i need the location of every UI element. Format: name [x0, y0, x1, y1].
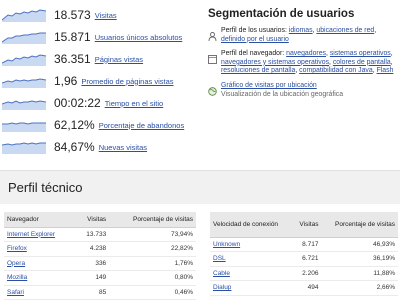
metric-link-new-visits[interactable]: Nuevas visitas	[99, 143, 147, 152]
link-browsers-and-os[interactable]: navegadores y sistemas operativos	[221, 59, 329, 66]
metric-link-time-on-site[interactable]: Tiempo en el sitio	[105, 99, 164, 108]
metric-value: 18.573	[54, 8, 91, 22]
sparkline-icon	[2, 140, 46, 154]
metric-value: 84,67%	[54, 140, 95, 154]
visits-cell: 2.206	[292, 266, 322, 281]
link-map-overlay[interactable]: Gráfico de visitas por ubicación	[221, 82, 317, 89]
column-header-visits: Visitas	[75, 212, 110, 228]
metric-value: 62,12%	[54, 118, 95, 132]
metric-link-avg-pageviews[interactable]: Promedio de páginas vistas	[81, 77, 173, 86]
table-header-row: Navegador Visitas Porcentaje de visitas	[4, 212, 196, 228]
visits-cell: 13.733	[75, 227, 110, 242]
overview-metrics: 18.573 Visitas 15.871 Usuarios únicos ab…	[2, 4, 198, 158]
metric-link-bounce-rate[interactable]: Porcentaje de abandonos	[99, 121, 185, 130]
connection-link[interactable]: Cable	[213, 270, 230, 277]
metric-row-time-on-site: 00:02:22 Tiempo en el sitio	[2, 92, 198, 114]
metric-row-avg-pageviews: 1,96 Promedio de páginas vistas	[2, 70, 198, 92]
visits-cell: 149	[75, 270, 110, 286]
link-network-locations[interactable]: ubicaciones de red	[316, 27, 374, 34]
map-overlay-item: Gráfico de visitas por ubicación Visuali…	[208, 82, 398, 99]
percent-cell: 73,94%	[109, 227, 196, 242]
table-row: Unknown 8.717 46,93%	[210, 237, 398, 252]
metric-row-new-visits: 84,67% Nuevas visitas	[2, 136, 198, 158]
metric-row-bounce-rate: 62,12% Porcentaje de abandonos	[2, 114, 198, 136]
segmentation-title: Segmentación de usuarios	[208, 8, 355, 20]
connection-link[interactable]: DSL	[213, 255, 226, 262]
connection-speed-table: Velocidad de conexión Visitas Porcentaje…	[210, 212, 398, 296]
metric-row-pageviews: 36.351 Páginas vistas	[2, 48, 198, 70]
table-row: Firefox 4.238 22,82%	[4, 241, 196, 257]
link-browsers[interactable]: navegadores	[286, 50, 326, 57]
user-segmentation-panel: Segmentación de usuarios Perfil de los u…	[208, 8, 398, 105]
percent-cell: 0,46%	[109, 285, 196, 300]
metric-value: 15.871	[54, 30, 91, 44]
sparkline-icon	[2, 30, 46, 44]
browser-link[interactable]: Opera	[7, 260, 25, 267]
table-row: Dialup 494 2,66%	[210, 280, 398, 296]
sparkline-icon	[2, 8, 46, 22]
table-row: Mozilla 149 0,80%	[4, 270, 196, 286]
percent-cell: 46,93%	[321, 237, 398, 252]
tech-profile-header: Perfil técnico	[0, 170, 400, 204]
browsers-table: Navegador Visitas Porcentaje de visitas …	[4, 212, 196, 300]
link-user-defined[interactable]: definido por el usuario	[221, 36, 289, 43]
user-profile-item: Perfil de los usuarios: idiomas, ubicaci…	[208, 27, 398, 44]
sparkline-icon	[2, 74, 46, 88]
metric-link-pageviews[interactable]: Páginas vistas	[95, 55, 143, 64]
browser-link[interactable]: Mozilla	[7, 274, 27, 281]
table-row: Opera 336 1,76%	[4, 256, 196, 271]
browser-profile-item: Perfil del navegador: navegadores, siste…	[208, 50, 398, 76]
visits-cell: 494	[292, 280, 322, 296]
connection-link[interactable]: Unknown	[213, 241, 240, 248]
table-row: Cable 2.206 11,88%	[210, 266, 398, 281]
metric-row-unique-users: 15.871 Usuarios únicos absolutos	[2, 26, 198, 48]
table-row: Internet Explorer 13.733 73,94%	[4, 227, 196, 242]
metric-value: 36.351	[54, 52, 91, 66]
percent-cell: 11,88%	[321, 266, 398, 281]
link-operating-systems[interactable]: sistemas operativos	[330, 50, 391, 57]
user-icon	[208, 28, 217, 42]
globe-icon	[208, 83, 217, 96]
column-header-visits: Visitas	[292, 212, 322, 238]
visits-cell: 336	[75, 256, 110, 271]
visits-cell: 8.717	[292, 237, 322, 252]
metric-link-visits[interactable]: Visitas	[95, 11, 117, 20]
sparkline-icon	[2, 118, 46, 132]
user-profile-label: Perfil de los usuarios:	[221, 27, 287, 34]
column-header-browser: Navegador	[4, 212, 76, 228]
connection-link[interactable]: Dialup	[213, 284, 231, 291]
link-screen-colors[interactable]: colores de pantalla	[333, 59, 391, 66]
metric-row-visits: 18.573 Visitas	[2, 4, 198, 26]
percent-cell: 1,76%	[109, 256, 196, 271]
link-java-support[interactable]: compatibilidad con Java	[299, 67, 373, 74]
column-header-connection-speed: Velocidad de conexión	[210, 212, 293, 238]
link-flash[interactable]: Flash	[377, 67, 394, 74]
column-header-percent: Porcentaje de visitas	[321, 212, 398, 238]
visits-cell: 85	[75, 285, 110, 300]
percent-cell: 22,82%	[109, 241, 196, 257]
browser-link[interactable]: Safari	[7, 289, 24, 296]
table-row: DSL 6.721 36,19%	[210, 251, 398, 267]
link-screen-resolutions[interactable]: resoluciones de pantalla	[221, 67, 295, 74]
visits-cell: 4.238	[75, 241, 110, 257]
browser-link[interactable]: Internet Explorer	[7, 231, 55, 238]
sparkline-icon	[2, 52, 46, 66]
browser-profile-label: Perfil del navegador:	[221, 50, 285, 58]
column-header-percent: Porcentaje de visitas	[109, 212, 196, 228]
section-title: Perfil técnico	[8, 180, 83, 195]
percent-cell: 2,66%	[321, 280, 398, 296]
browser-window-icon	[208, 51, 217, 65]
metric-value: 1,96	[54, 74, 78, 88]
browser-link[interactable]: Firefox	[7, 245, 27, 252]
metric-value: 00:02:22	[54, 96, 101, 110]
map-overlay-description: Visualización de la ubicación geográfica	[221, 90, 344, 98]
percent-cell: 0,80%	[109, 270, 196, 286]
percent-cell: 36,19%	[321, 251, 398, 267]
visits-cell: 6.721	[292, 251, 322, 267]
metric-link-unique-users[interactable]: Usuarios únicos absolutos	[95, 33, 183, 42]
table-row: Safari 85 0,46%	[4, 285, 196, 300]
sparkline-icon	[2, 96, 46, 110]
link-languages[interactable]: idiomas	[289, 27, 313, 34]
table-header-row: Velocidad de conexión Visitas Porcentaje…	[210, 212, 398, 238]
